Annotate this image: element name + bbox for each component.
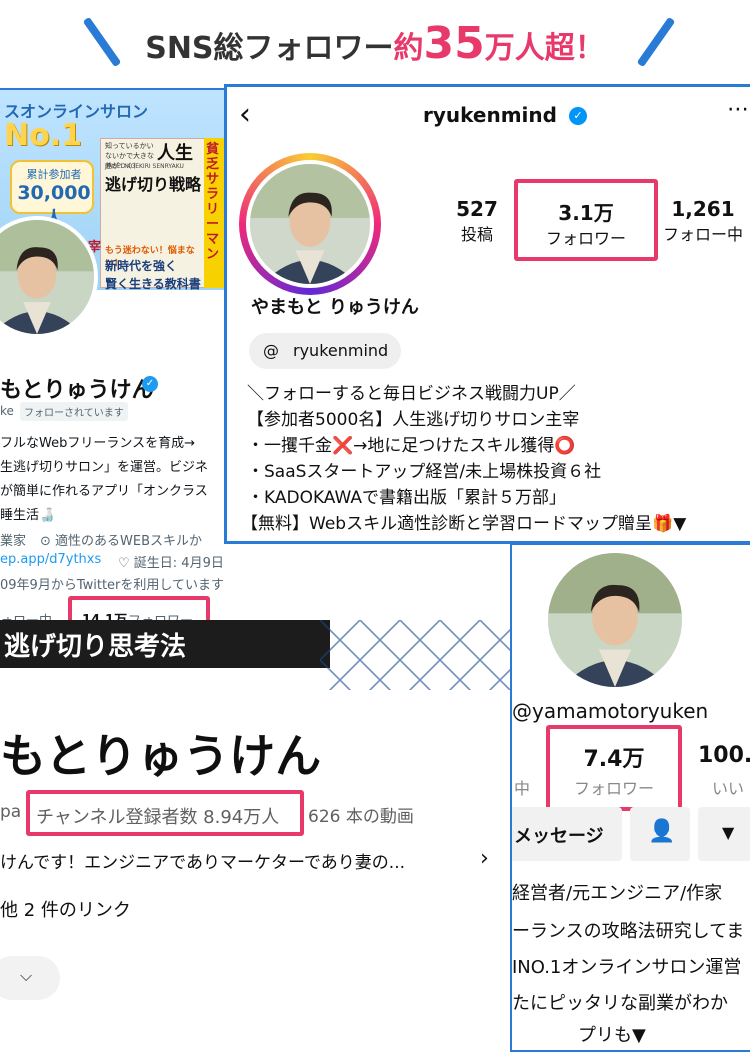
bio-line: ・KADOKAWAで書籍出版「累計５万部」 (247, 488, 567, 508)
avatar (246, 160, 374, 288)
video-count: 626 本の動画 (308, 807, 414, 827)
threads-icon: @ (263, 341, 279, 360)
channel-handle: pa (0, 802, 22, 822)
spine-text: 貧乏サラリーマン (206, 142, 220, 262)
followers-count: 3.1万 (558, 201, 614, 225)
bio-line: ・SaaSスタートアップ経営/未上場株投資６社 (247, 462, 602, 482)
story-ring[interactable] (239, 153, 381, 295)
bio-line: ーランスの攻略法研究してま (512, 921, 745, 942)
book-cover: 知っているかいないかで大きな差がつく！ 人生 JINSEI NIGEKIRI S… (100, 138, 210, 291)
expand-button[interactable]: ⌵ (0, 956, 60, 1000)
channel-banner: 逃げ切り思考法 (0, 620, 510, 692)
followers-label: フォロワー (545, 229, 626, 248)
bio-line: たにピッタリな副業がわか (512, 993, 728, 1014)
threads-handle: ryukenmind (293, 341, 389, 360)
more-menu-icon[interactable]: ⋯ (727, 97, 749, 122)
tiktok-profile-panel: @yamamotoryuken 中 7.4万 フォロワー 100.8 いい メッ… (510, 543, 750, 1052)
book-title-a: 人生 (157, 143, 193, 164)
bio-line: 睡生活🍶 (0, 508, 56, 523)
verified-badge-icon: ✓ (569, 107, 587, 125)
following-stat[interactable]: 1,261 フォロー中 (653, 197, 750, 245)
back-arrow-icon[interactable]: ‹ (239, 97, 251, 132)
message-label: メッセージ (514, 826, 604, 847)
chevron-down-icon: ▼ (722, 823, 735, 842)
likes-count: 100.8 (698, 743, 750, 768)
followers-count: 7.4万 (583, 747, 645, 772)
avatar[interactable] (548, 553, 682, 687)
banner-no1: No.1 (4, 118, 82, 153)
profile-name: もとりゅうけん (0, 378, 154, 403)
bio-line: ・一攫千金❌→地に足つけたスキル獲得⭕ (247, 436, 576, 456)
profile-birthday: ♡ 誕生日: 4月9日 (118, 556, 224, 571)
avatar-portrait (548, 553, 682, 687)
subscribers-highlight: チャンネル登録者数 8.94万人 (26, 790, 304, 836)
channel-description[interactable]: けんです！エンジニアでありマーケターであり妻の... (0, 848, 405, 873)
profile-joined: 09年9月からTwitterを利用しています (0, 578, 224, 593)
location-icon: ⊙ (40, 534, 56, 549)
followers-highlight[interactable]: 7.4万 フォロワー (546, 725, 682, 811)
profile-username: ryukenmind (423, 103, 557, 127)
profile-occupation: 業家 (0, 534, 27, 549)
youtube-channel-panel: 逃げ切り思考法 もとりゅうけん pa チャンネル登録者数 8.94万人 626 … (0, 620, 512, 1052)
book-sub2: 賢く生きる教科書 (105, 277, 201, 291)
posts-count: 527 (456, 197, 498, 221)
follows-you-badge: フォローされています (20, 402, 128, 421)
book-spine: 貧乏サラリーマン (204, 138, 226, 288)
book-title-b: 逃げ切り戦略 (105, 175, 202, 194)
posts-stat[interactable]: 527 投稿 (427, 197, 527, 245)
book-sub1: 新時代を強く (105, 259, 178, 273)
channel-links[interactable]: 他 2 件のリンク (0, 896, 131, 922)
profile-handle: @yamamotoryuken (512, 699, 709, 723)
threads-badge[interactable]: @ ryukenmind (249, 333, 401, 369)
bio-line: ＼フォローすると毎日ビジネス戦闘力UP／ (247, 384, 576, 404)
display-name: やまもと りゅうけん (251, 297, 419, 318)
likes-label: いい (712, 779, 745, 798)
avatar-portrait (250, 164, 370, 284)
page-title: SNS総フォロワー約35万人超！ (145, 18, 605, 69)
bio-line: 生逃げ切りサロン」を運営。ビジネ (0, 460, 209, 475)
avatar-portrait (0, 220, 94, 334)
chevron-down-icon: ⌵ (20, 966, 33, 985)
more-options-button[interactable]: ▼ (698, 807, 750, 861)
birthday-icon: ♡ (118, 556, 134, 571)
participants-badge: 累計参加者 30,000人 (10, 160, 94, 230)
following-label: 中 (514, 779, 531, 798)
bio-line: 【参加者5000名】人生逃げ切りサロン主宰 (247, 410, 580, 430)
subscriber-count: チャンネル登録者数 8.94万人 (36, 807, 280, 828)
instagram-profile-panel: ‹ ryukenmind ✓ ⋯ 527 投稿 3.1万 フォロワー 1,261… (224, 84, 750, 544)
verified-badge-icon: ✓ (142, 376, 158, 392)
followers-label: フォロワー (573, 779, 654, 798)
book-romaji: JINSEI NIGEKIRI SENRYAKU (105, 163, 184, 170)
profile-link[interactable]: ep.app/d7ythxs (0, 552, 101, 567)
following-count: 1,261 (671, 197, 735, 221)
message-button[interactable]: メッセージ (512, 807, 622, 861)
bio-line: が簡単に作れるアプリ「オンクラス (0, 484, 208, 499)
profile-location: ⊙ 適性のあるWEBスキルか (40, 534, 203, 549)
follow-user-icon: 👤 (648, 819, 676, 844)
badge-label: 累計参加者 (26, 168, 82, 181)
bio-line: INO.1オンラインサロン運営 (512, 957, 742, 978)
profile-handle: ke (0, 404, 14, 418)
bio-line: 経営者/元エンジニア/作家 (512, 883, 723, 904)
channel-name: もとりゅうけん (0, 729, 322, 783)
follow-status-button[interactable]: 👤 (630, 807, 690, 861)
following-label: フォロー中 (662, 225, 743, 244)
header-banner: SNS総フォロワー約35万人超！ (0, 0, 750, 88)
bio-line: 【無料】Webスキル適性診断と学習ロードマップ贈呈🎁▼ (241, 514, 687, 534)
posts-label: 投稿 (460, 225, 493, 244)
banner-grid-pattern (320, 620, 510, 690)
bio-line: プリも▼ (578, 1025, 646, 1046)
bio-line: フルなWebフリーランスを育成→ (0, 436, 195, 451)
followers-highlight[interactable]: 3.1万 フォロワー (514, 179, 658, 261)
banner-dark-strip: 逃げ切り思考法 (0, 620, 330, 668)
chevron-right-icon[interactable]: › (480, 846, 489, 871)
banner-text: 逃げ切り思考法 (4, 632, 187, 662)
